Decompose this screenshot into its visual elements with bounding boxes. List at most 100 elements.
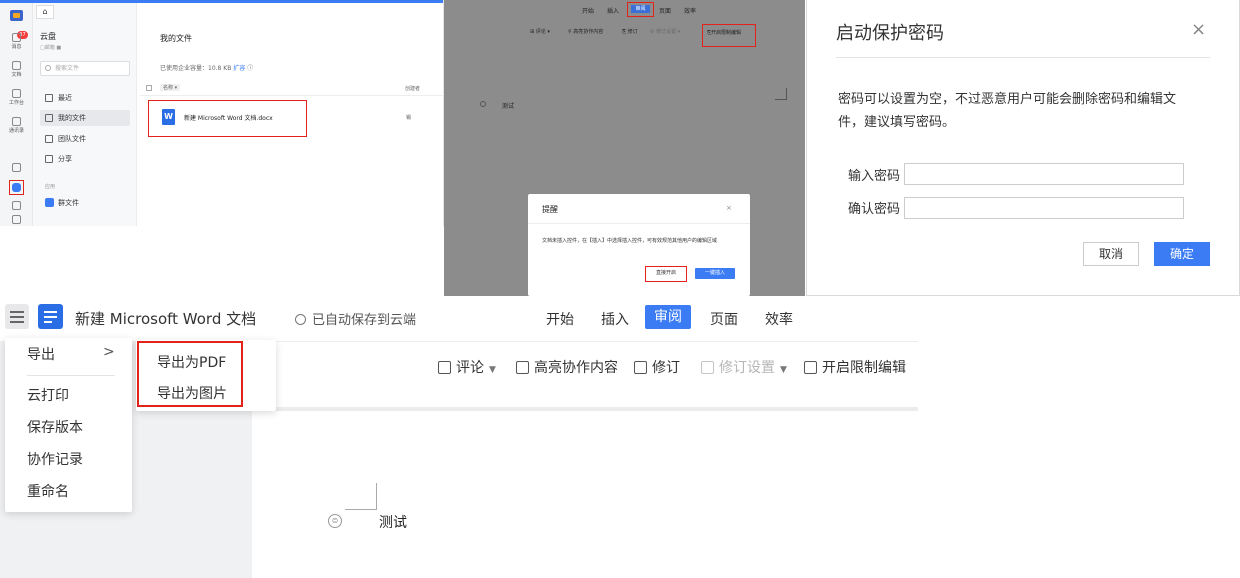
page-corner-mark bbox=[775, 88, 787, 100]
cancel-button[interactable]: 取消 bbox=[1083, 242, 1139, 266]
doc-reminder-panel: 开始 插入 页面 效率 审阅 ⊞ 评论 ▾ ⚲ 高亮协作内容 ⎘ 修订 ⚙ 修订… bbox=[444, 0, 805, 296]
word-file-icon: W bbox=[162, 109, 175, 125]
dialog-divider bbox=[528, 223, 750, 224]
menu-item-save-version[interactable]: 保存版本 bbox=[27, 417, 83, 437]
reminder-dialog: 提醒 × 文档未插入控件，在【插入】中选择插入控件，可有效规范其他用户的编辑区域… bbox=[528, 194, 750, 296]
rail-label: 消息 bbox=[11, 44, 22, 50]
revise-button[interactable]: ⎘ 修订 bbox=[622, 28, 638, 35]
revise-label: 修订 bbox=[627, 29, 638, 35]
rail-more[interactable] bbox=[0, 201, 33, 211]
doc-text: 测试 bbox=[502, 103, 515, 110]
direct-open-button[interactable]: 直接开启 bbox=[645, 266, 687, 282]
tab-review[interactable]: 审阅 bbox=[645, 305, 691, 329]
tab-page[interactable]: 页面 bbox=[710, 309, 738, 329]
rail-cloud-disk[interactable] bbox=[9, 180, 24, 195]
file-table-header: 名称 ▾ 创建者 bbox=[140, 82, 443, 96]
highlight-label: 高亮协作内容 bbox=[573, 29, 604, 35]
sidebar-item-label: 团队文件 bbox=[58, 135, 86, 143]
highlight-button[interactable]: 高亮协作内容 bbox=[516, 357, 618, 377]
tab-page[interactable]: 页面 bbox=[659, 6, 671, 15]
rail-docs[interactable]: 文档 bbox=[0, 61, 33, 78]
menu-item-rename[interactable]: 重命名 bbox=[27, 481, 69, 501]
revise-button[interactable]: 修订 bbox=[634, 357, 680, 377]
sidebar-item-share[interactable]: 分享 bbox=[40, 151, 130, 167]
confirm-button[interactable]: 确定 bbox=[1154, 242, 1210, 266]
one-click-insert-button[interactable]: 一键插入 bbox=[695, 268, 735, 279]
search-icon bbox=[45, 65, 51, 71]
select-all-checkbox[interactable] bbox=[146, 85, 152, 91]
rail-more-2[interactable] bbox=[0, 215, 33, 225]
paragraph-icon[interactable]: ⊜ bbox=[328, 514, 342, 528]
tab-review[interactable]: 审阅 bbox=[627, 2, 654, 17]
group-files-item[interactable]: 群文件 bbox=[45, 198, 79, 208]
tab-efficiency[interactable]: 效率 bbox=[765, 309, 793, 329]
sidebar-item-my-files[interactable]: 我的文件 bbox=[40, 110, 130, 126]
column-name[interactable]: 名称 ▾ bbox=[160, 84, 181, 91]
expand-link[interactable]: 扩容 bbox=[233, 65, 245, 72]
revise-settings-button[interactable]: ⚙ 修订设置 ▾ bbox=[650, 28, 680, 35]
highlight-label: 高亮协作内容 bbox=[534, 360, 618, 376]
home-icon bbox=[45, 94, 53, 102]
confirm-password-input[interactable] bbox=[904, 197, 1184, 219]
chevron-down-icon: ▼ bbox=[489, 365, 496, 375]
tab-insert[interactable]: 插入 bbox=[601, 309, 629, 329]
tab-start[interactable]: 开始 bbox=[546, 309, 574, 329]
rail-contacts[interactable]: 通讯录 bbox=[0, 117, 33, 134]
tab-start[interactable]: 开始 bbox=[582, 6, 594, 15]
message-icon bbox=[12, 33, 21, 42]
dialog-message: 文档未插入控件，在【插入】中选择插入控件，可有效规范其他用户的编辑区域 bbox=[542, 238, 718, 244]
sidebar-item-label: 最近 bbox=[58, 94, 72, 102]
rail-extra[interactable] bbox=[0, 163, 33, 173]
app-logo-icon bbox=[10, 10, 23, 21]
close-icon[interactable]: × bbox=[726, 204, 732, 212]
comment-label: 评论 bbox=[456, 360, 484, 376]
rail-workbench[interactable]: 工作台 bbox=[0, 89, 33, 106]
revise-icon bbox=[634, 361, 647, 374]
restrict-edit-label: 开启限制编辑 bbox=[822, 360, 906, 376]
document-logo-icon bbox=[38, 304, 63, 329]
restrict-edit-button[interactable]: 开启限制编辑 bbox=[804, 357, 906, 377]
box-icon bbox=[12, 201, 21, 210]
search-input[interactable]: 搜索文件 bbox=[40, 61, 130, 76]
rail-label: 文档 bbox=[11, 72, 22, 78]
comment-button[interactable]: ⊞ 评论 ▾ bbox=[530, 28, 550, 35]
restrict-edit-button[interactable]: ⎘开启限制编辑 bbox=[702, 24, 756, 47]
sidebar-item-team-files[interactable]: 团队文件 bbox=[40, 131, 130, 147]
review-toolbar: 评论 ▼ 高亮协作内容 修订 修订设置 ▼ 开启限制编辑 bbox=[252, 341, 918, 407]
highlight-button[interactable]: ⚲ 高亮协作内容 bbox=[568, 28, 603, 35]
sidebar-item-label: 我的文件 bbox=[58, 114, 86, 122]
submenu-export-pdf[interactable]: 导出为PDF bbox=[157, 352, 226, 372]
comment-icon bbox=[438, 361, 451, 374]
document-title[interactable]: 新建 Microsoft Word 文档 bbox=[75, 308, 256, 329]
file-icon bbox=[12, 215, 21, 224]
confirm-password-label: 确认密码 bbox=[848, 202, 901, 217]
tab-review-label: 审阅 bbox=[631, 5, 650, 13]
file-name[interactable]: 新建 Microsoft Word 文档.docx bbox=[184, 113, 273, 122]
sidebar-subtitle: □邮箱 ■ bbox=[40, 45, 62, 51]
menu-item-export[interactable]: 导出 bbox=[27, 344, 55, 364]
editor-header: 新建 Microsoft Word 文档 已自动保存到云端 开始 插入 审阅 页… bbox=[0, 296, 918, 341]
page-corner-mark bbox=[345, 483, 377, 510]
tab-insert[interactable]: 插入 bbox=[607, 6, 619, 15]
quota-text: 已使用企业容量：10.8 KB 扩容 ⓘ bbox=[160, 63, 253, 72]
menu-item-cloud-print[interactable]: 云打印 bbox=[27, 385, 69, 405]
close-icon[interactable]: × bbox=[1191, 19, 1206, 40]
folder-icon bbox=[45, 114, 53, 122]
password-input[interactable] bbox=[904, 163, 1184, 185]
doc-text: 测试 bbox=[379, 515, 407, 531]
revise-settings-button[interactable]: 修订设置 ▼ bbox=[701, 357, 787, 377]
app-rail: 37 消息 文档 工作台 通讯录 bbox=[0, 3, 33, 226]
comment-button[interactable]: 评论 ▼ bbox=[438, 357, 496, 377]
home-tab[interactable]: ⌂ bbox=[36, 5, 54, 19]
submenu-export-image[interactable]: 导出为图片 bbox=[157, 383, 227, 403]
menu-item-collab-log[interactable]: 协作记录 bbox=[27, 449, 83, 469]
sidebar-item-recent[interactable]: 最近 bbox=[40, 90, 130, 106]
autosave-status: 已自动保存到云端 bbox=[295, 309, 416, 328]
revise-settings-label: 修订设置 bbox=[656, 29, 677, 35]
team-folder-icon bbox=[45, 135, 53, 143]
dialog-title: 提醒 bbox=[542, 205, 558, 214]
apps-label: 应用 bbox=[45, 184, 56, 190]
tab-efficiency[interactable]: 效率 bbox=[684, 6, 696, 15]
rail-messages[interactable]: 消息 bbox=[0, 33, 33, 50]
menu-button[interactable] bbox=[5, 304, 29, 329]
